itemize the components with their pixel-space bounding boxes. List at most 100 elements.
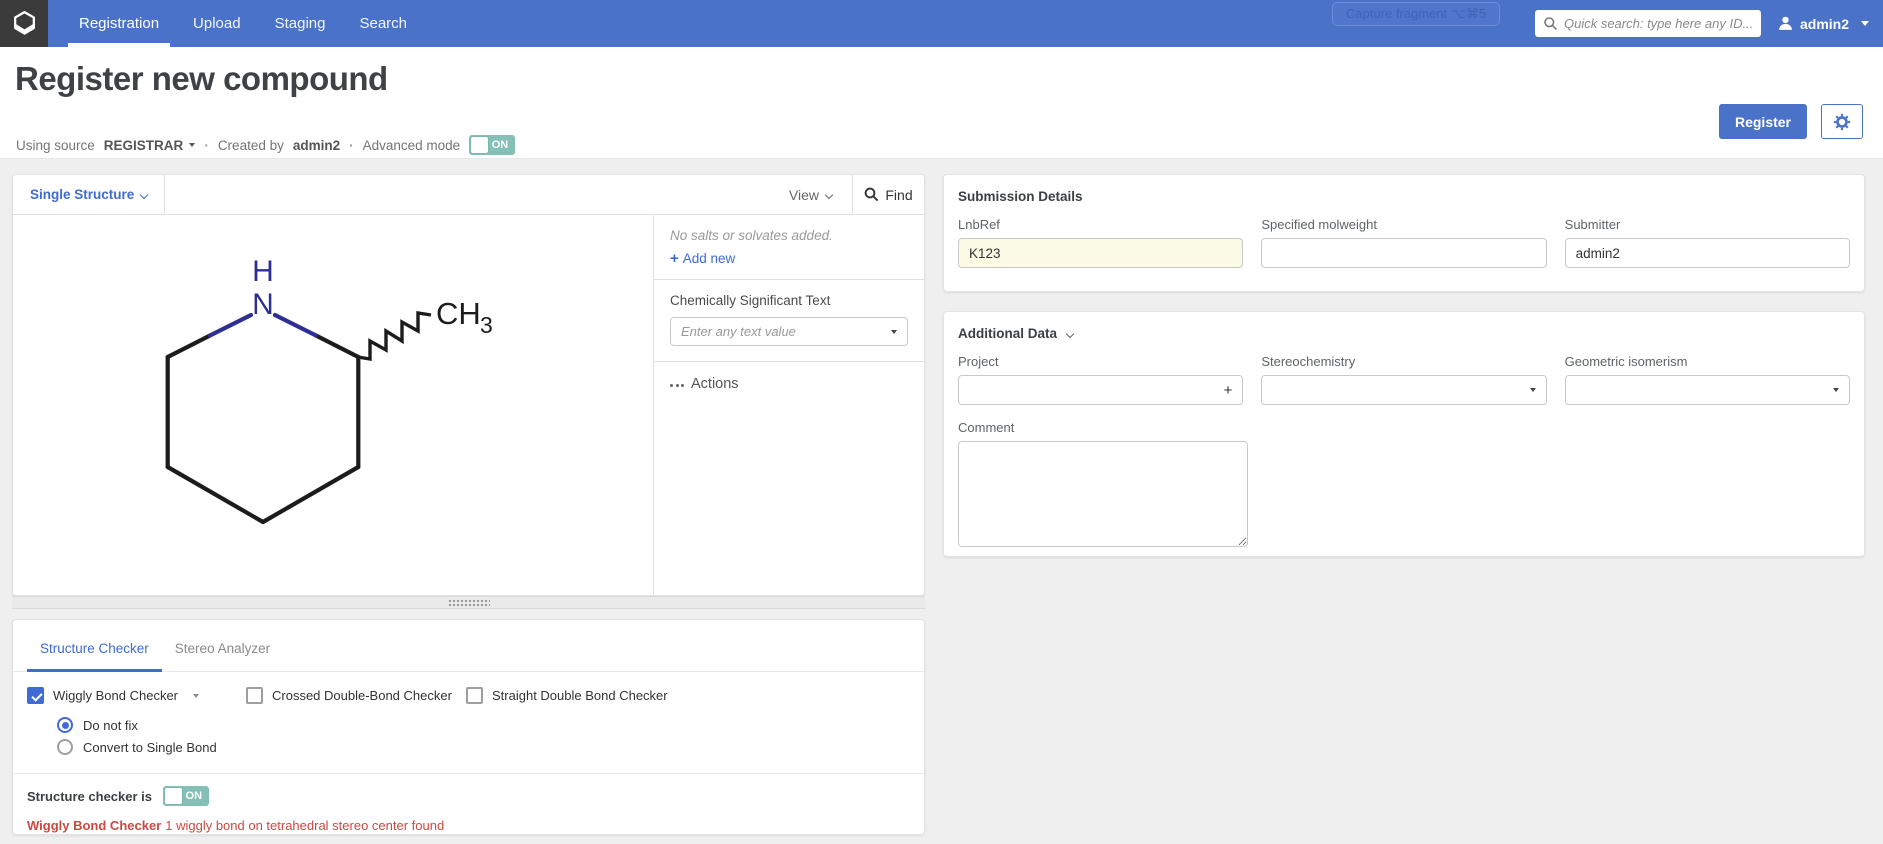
submitter-field: Submitter [1565, 217, 1850, 268]
structure-canvas[interactable]: H N CH 3 [13, 215, 653, 595]
cst-input[interactable] [681, 324, 885, 339]
radio-do-not-fix[interactable]: Do not fix [57, 714, 924, 736]
actions-label: Actions [691, 376, 739, 392]
actions-menu[interactable]: Actions [654, 362, 924, 406]
geometric-isomerism-select[interactable] [1565, 375, 1850, 405]
drag-handle-icon [448, 599, 490, 606]
radio-convert-to-single-bond[interactable]: Convert to Single Bond [57, 736, 924, 758]
checkbox-checked[interactable] [27, 687, 44, 704]
checker-tabs: Structure Checker Stereo Analyzer [13, 620, 924, 672]
radio-unselected[interactable] [57, 739, 73, 755]
radio-selected[interactable] [57, 717, 73, 733]
toggle-state-label: ON [186, 790, 203, 802]
dropdown-arrow-icon[interactable] [1530, 388, 1536, 392]
specified-molweight-input[interactable] [1272, 246, 1535, 261]
nav-item-registration[interactable]: Registration [62, 0, 176, 47]
tab-label: Stereo Analyzer [175, 641, 270, 656]
nav-item-label: Upload [193, 15, 241, 32]
structure-mode-selector[interactable]: Single Structure [13, 175, 165, 214]
view-menu[interactable]: View [789, 187, 832, 203]
advanced-mode-label: Advanced mode [363, 138, 461, 153]
cst-label: Chemically Significant Text [670, 293, 908, 308]
tab-stereo-analyzer[interactable]: Stereo Analyzer [162, 641, 283, 671]
dropdown-arrow-icon[interactable] [891, 330, 897, 334]
separator: · [204, 138, 209, 153]
radio-label: Convert to Single Bond [83, 740, 217, 755]
gear-icon [1833, 113, 1851, 131]
crossed-double-bond-checker-option[interactable]: Crossed Double-Bond Checker [246, 687, 466, 704]
page-header: Register new compound Using source REGIS… [0, 47, 1883, 158]
atom-label-h: H [252, 257, 274, 288]
search-icon [1543, 16, 1558, 31]
source-selector[interactable]: REGISTRAR [104, 138, 196, 153]
straight-double-bond-checker-option[interactable]: Straight Double Bond Checker [466, 687, 668, 704]
checkbox-unchecked[interactable] [466, 687, 483, 704]
chevron-down-icon [140, 190, 148, 198]
additional-data-title[interactable]: Additional Data [958, 326, 1850, 341]
nav-item-search[interactable]: Search [342, 0, 424, 47]
comment-field: Comment [958, 420, 1850, 547]
capture-fragment-label: Capture fragment ⌥⌘5 [1346, 6, 1486, 22]
comment-textarea[interactable] [958, 441, 1248, 547]
submitter-input[interactable] [1576, 246, 1839, 261]
add-project-icon[interactable]: + [1218, 382, 1233, 399]
checkbox-unchecked[interactable] [246, 687, 263, 704]
advanced-mode-toggle[interactable]: ON [469, 135, 515, 155]
stereochemistry-input[interactable] [1272, 383, 1523, 398]
app-logo[interactable] [0, 0, 48, 47]
search-icon [864, 187, 879, 202]
checker-error-message: Wiggly Bond Checker1 wiggly bond on tetr… [13, 806, 924, 833]
additional-data-card: Additional Data Project + Stereochemistr… [943, 311, 1865, 557]
atom-label-n: N [252, 288, 274, 321]
tab-structure-checker[interactable]: Structure Checker [27, 641, 162, 671]
structure-checker-card: Structure Checker Stereo Analyzer Wiggly… [12, 619, 925, 835]
project-input[interactable] [969, 383, 1218, 398]
top-nav: Registration Upload Staging Search Captu… [0, 0, 1883, 47]
dropdown-arrow-icon[interactable] [193, 694, 199, 698]
capture-fragment-button[interactable]: Capture fragment ⌥⌘5 [1332, 2, 1500, 26]
nav-item-label: Registration [79, 15, 159, 32]
add-new-label: Add new [683, 251, 736, 266]
cst-combobox[interactable] [670, 317, 908, 346]
user-icon [1777, 15, 1794, 32]
wiggly-bond [358, 313, 431, 359]
source-value: REGISTRAR [104, 138, 184, 153]
quick-search-box[interactable] [1535, 10, 1761, 37]
stereochemistry-select[interactable] [1261, 375, 1546, 405]
add-salt-button[interactable]: + Add new [670, 250, 908, 267]
toggle-state-label: ON [492, 139, 509, 151]
structure-side-panel: No salts or solvates added. + Add new Ch… [653, 215, 924, 595]
stereochemistry-field: Stereochemistry [1261, 354, 1546, 405]
nav-item-staging[interactable]: Staging [258, 0, 343, 47]
panel-splitter[interactable] [12, 596, 925, 609]
hexagon-logo-icon [11, 10, 38, 37]
fix-options-group: Do not fix Convert to Single Bond [57, 714, 924, 758]
find-label: Find [885, 187, 912, 203]
settings-button[interactable] [1821, 104, 1863, 139]
wiggly-bond-checker-option[interactable]: Wiggly Bond Checker [27, 687, 246, 704]
dropdown-arrow-icon[interactable] [1833, 388, 1839, 392]
user-menu[interactable]: admin2 [1777, 15, 1869, 32]
chevron-down-icon [1066, 329, 1074, 337]
find-button[interactable]: Find [852, 175, 924, 214]
nav-item-upload[interactable]: Upload [176, 0, 258, 47]
lnbref-field: LnbRef [958, 217, 1243, 268]
checker-options-row: Wiggly Bond Checker Crossed Double-Bond … [13, 672, 924, 704]
page-subtitle: Using source REGISTRAR · Created by admi… [16, 135, 515, 155]
main-nav: Registration Upload Staging Search [62, 0, 424, 47]
chevron-down-icon [825, 190, 833, 198]
atom-label-ch-subscript: 3 [480, 312, 493, 338]
created-by-value: admin2 [293, 138, 340, 153]
user-name: admin2 [1800, 16, 1849, 32]
quick-search-input[interactable] [1564, 16, 1753, 31]
project-field: Project + [958, 354, 1243, 405]
structure-checker-toggle[interactable]: ON [163, 786, 209, 806]
chevron-down-icon [189, 143, 195, 147]
checker-status-label: Structure checker is [27, 789, 152, 804]
lnbref-input[interactable] [969, 246, 1232, 261]
field-label: Submitter [1565, 217, 1850, 232]
geometric-isomerism-input[interactable] [1576, 383, 1827, 398]
page-title: Register new compound [15, 60, 388, 98]
register-button[interactable]: Register [1719, 104, 1807, 139]
submission-details-title: Submission Details [958, 189, 1850, 204]
